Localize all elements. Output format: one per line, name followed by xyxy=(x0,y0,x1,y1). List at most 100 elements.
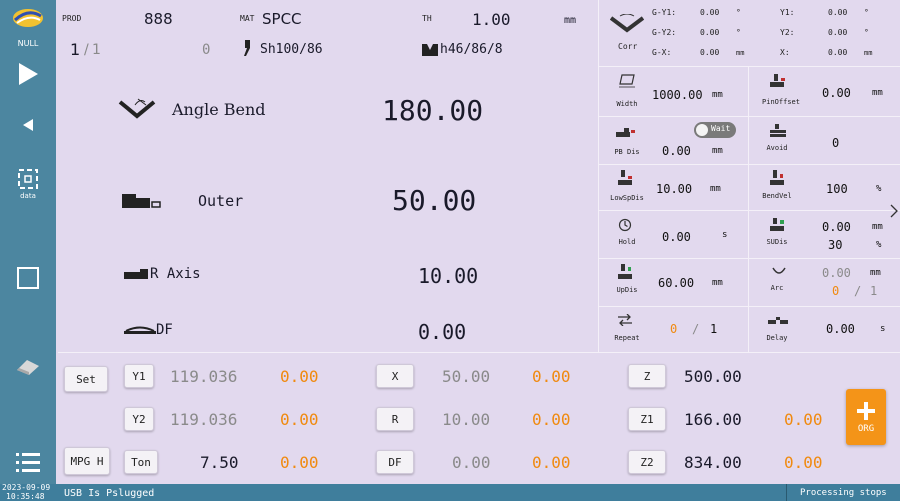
sudis-value[interactable]: 0.00 xyxy=(822,220,851,234)
pbdis-value[interactable]: 0.00 xyxy=(662,144,691,158)
arc-cell[interactable]: Arc 0.00 mm 0 / 1 xyxy=(748,258,900,306)
hold-label: Hold xyxy=(618,238,636,246)
sudis-cell[interactable]: SUDis 0.00 mm 30 % xyxy=(748,210,900,258)
data-button[interactable]: data xyxy=(0,164,56,204)
bendvel-value[interactable]: 100 xyxy=(826,182,848,196)
corr-y1-label: Y1: xyxy=(780,8,795,17)
sidebar: NULL data xyxy=(0,0,56,484)
z-button[interactable]: Z xyxy=(628,364,666,388)
corr-y1-value[interactable]: 0.00 xyxy=(828,8,847,17)
repeat-cell[interactable]: Repeat 0 / 1 xyxy=(598,306,748,352)
chevron-right-icon[interactable] xyxy=(890,204,898,218)
th-label: TH xyxy=(422,14,432,23)
repeat-label: Repeat xyxy=(614,334,640,342)
corr-g-y2-value[interactable]: 0.00 xyxy=(700,28,719,37)
th-unit: mm xyxy=(564,15,577,26)
corr-g-y2-label: G-Y2: xyxy=(652,28,677,37)
ton-target[interactable]: 0.00 xyxy=(280,453,319,472)
prod-value[interactable]: 888 xyxy=(144,10,173,28)
back-button[interactable] xyxy=(0,110,56,140)
avoid-value[interactable]: 0 xyxy=(832,136,839,150)
punch-value[interactable]: Sh100/86 xyxy=(260,42,323,57)
null-label: NULL xyxy=(17,38,39,48)
y2-target[interactable]: 0.00 xyxy=(280,410,319,429)
repeat-current[interactable]: 0 xyxy=(670,322,677,336)
r-axis-value[interactable]: 10.00 xyxy=(418,264,478,288)
arc-label: Arc xyxy=(770,284,784,292)
mpg-h-button[interactable]: MPG H xyxy=(64,447,110,475)
axes-panel: Set MPG H Y1 119.036 0.00 Y2 119.036 0.0… xyxy=(58,353,900,484)
df-axis-target[interactable]: 0.00 xyxy=(532,453,571,472)
pbdis-unit: mm xyxy=(712,146,723,156)
df-value[interactable]: 0.00 xyxy=(418,320,466,344)
mat-value[interactable]: SPCC xyxy=(262,10,302,28)
corr-x-unit: mm xyxy=(864,49,873,57)
arc-value[interactable]: 0.00 xyxy=(822,266,851,280)
org-button[interactable]: ORG xyxy=(846,389,886,445)
eraser-button[interactable] xyxy=(0,352,56,382)
pinoffset-icon xyxy=(770,74,785,87)
repeat-total[interactable]: 1 xyxy=(710,322,717,336)
corr-g-y1-value[interactable]: 0.00 xyxy=(700,8,719,17)
sudis-icon xyxy=(770,218,784,231)
lowspdis-unit: mm xyxy=(710,184,721,194)
lowspdis-value[interactable]: 10.00 xyxy=(656,182,692,196)
mat-label: MAT xyxy=(240,14,255,23)
pinoffset-cell[interactable]: PinOffset 0.00 mm xyxy=(748,66,900,116)
lowspdis-cell[interactable]: LowSpDis 10.00 mm xyxy=(598,164,748,210)
die-value[interactable]: h46/86/8 xyxy=(440,42,503,57)
r-button[interactable]: R xyxy=(376,407,414,431)
x-target[interactable]: 0.00 xyxy=(532,367,571,386)
hold-value[interactable]: 0.00 xyxy=(662,230,691,244)
df-label: DF xyxy=(156,322,173,338)
x-button[interactable]: X xyxy=(376,364,414,388)
width-cell[interactable]: Width 1000.00 mm xyxy=(598,66,748,116)
corr-g-y1-label: G-Y1: xyxy=(652,8,677,17)
avoid-cell[interactable]: Avoid 0 xyxy=(748,116,900,164)
corr-g-x-value[interactable]: 0.00 xyxy=(700,48,719,57)
pbdis-cell[interactable]: PB Dis Wait 0.00 mm xyxy=(598,116,748,164)
pinoffset-value[interactable]: 0.00 xyxy=(822,86,851,100)
set-button[interactable]: Set xyxy=(64,366,108,392)
corr-icon xyxy=(610,14,644,33)
corr-section[interactable]: Corr G-Y1: 0.00 ° Y1: 0.00 ° G-Y2: 0.00 … xyxy=(598,0,900,66)
step-total: 1 xyxy=(92,42,101,58)
updis-unit: mm xyxy=(712,278,723,288)
delay-value[interactable]: 0.00 xyxy=(826,322,855,336)
outer-value[interactable]: 50.00 xyxy=(392,184,476,217)
y1-target[interactable]: 0.00 xyxy=(280,367,319,386)
wait-toggle-label: Wait xyxy=(711,124,731,133)
ton-button[interactable]: Ton xyxy=(124,450,158,474)
data-label: data xyxy=(20,192,36,200)
y2-button[interactable]: Y2 xyxy=(124,407,154,431)
z1-target[interactable]: 0.00 xyxy=(784,410,823,429)
sudis-speed[interactable]: 30 xyxy=(828,238,842,252)
z2-button[interactable]: Z2 xyxy=(628,450,666,474)
select-button[interactable] xyxy=(0,262,56,294)
corr-x-value[interactable]: 0.00 xyxy=(828,48,847,57)
bendvel-cell[interactable]: BendVel 100 % xyxy=(748,164,900,210)
delay-cell[interactable]: Delay 0.00 s xyxy=(748,306,900,352)
arc-count-current[interactable]: 0 xyxy=(832,284,839,298)
repeat-slash: / xyxy=(692,322,700,336)
y1-button[interactable]: Y1 xyxy=(124,364,154,388)
width-label: Width xyxy=(616,100,638,108)
updis-value[interactable]: 60.00 xyxy=(658,276,694,290)
th-value[interactable]: 1.00 xyxy=(472,10,511,29)
wait-toggle[interactable]: Wait xyxy=(694,122,736,138)
angle-bend-value[interactable]: 180.00 xyxy=(382,94,483,127)
width-icon xyxy=(619,74,635,88)
updis-cell[interactable]: UpDis 60.00 mm xyxy=(598,258,748,306)
width-value[interactable]: 1000.00 xyxy=(652,88,703,102)
z2-target[interactable]: 0.00 xyxy=(784,453,823,472)
menu-button[interactable] xyxy=(0,446,56,478)
status-time: 10:35:48 xyxy=(6,492,45,501)
corr-y2-label: Y2: xyxy=(780,28,795,37)
play-button[interactable] xyxy=(0,56,56,92)
df-button[interactable]: DF xyxy=(376,450,414,474)
hold-cell[interactable]: Hold 0.00 s xyxy=(598,210,748,258)
corr-y2-value[interactable]: 0.00 xyxy=(828,28,847,37)
r-target[interactable]: 0.00 xyxy=(532,410,571,429)
updis-icon xyxy=(618,264,632,279)
z1-button[interactable]: Z1 xyxy=(628,407,666,431)
